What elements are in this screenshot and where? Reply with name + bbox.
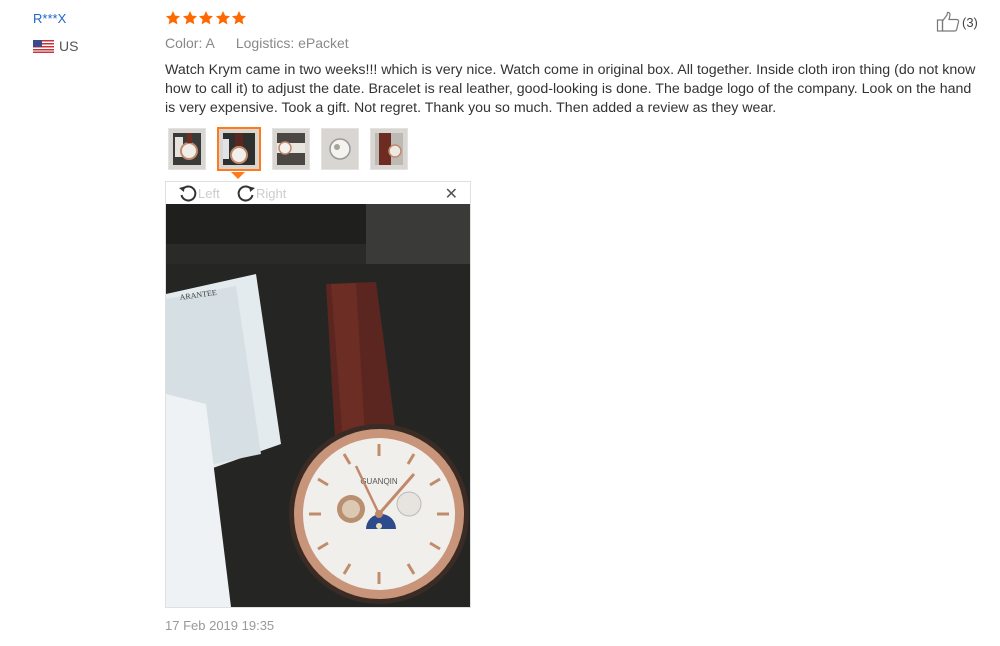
star-icon bbox=[232, 11, 246, 25]
watch-photo-thumbnail bbox=[277, 133, 305, 165]
active-thumbnail-pointer bbox=[231, 172, 245, 179]
rotate-left-label: Left bbox=[198, 185, 220, 201]
review-text: Watch Krym came in two weeks!!! which is… bbox=[165, 62, 976, 116]
rotate-right-icon bbox=[237, 185, 255, 202]
star-icon bbox=[199, 11, 213, 25]
photo-viewer: Left Right ✕ ARANTEE GUANQIN bbox=[165, 181, 471, 608]
order-meta: Color: A Logistics: ePacket bbox=[165, 35, 349, 51]
photo-thumbnail-3[interactable] bbox=[272, 128, 310, 170]
viewer-toolbar: Left Right ✕ bbox=[166, 182, 470, 204]
helpful-button[interactable]: (3) bbox=[936, 11, 978, 33]
watch-photo-thumbnail bbox=[326, 133, 354, 165]
country-code: US bbox=[59, 38, 79, 54]
helpful-count: (3) bbox=[962, 14, 978, 30]
rotate-right-button[interactable]: Right bbox=[236, 183, 286, 203]
photo-thumbnails bbox=[168, 127, 419, 171]
photo-thumbnail-4[interactable] bbox=[321, 128, 359, 170]
watch-photo: ARANTEE GUANQIN bbox=[166, 204, 470, 607]
star-icon bbox=[166, 11, 180, 25]
photo-thumbnail-1[interactable] bbox=[168, 128, 206, 170]
watch-photo-thumbnail bbox=[223, 133, 255, 165]
review-date: 17 Feb 2019 19:35 bbox=[165, 618, 275, 633]
rotate-left-button[interactable]: Left bbox=[178, 183, 220, 203]
photo-thumbnail-5[interactable] bbox=[370, 128, 408, 170]
us-flag-icon bbox=[33, 39, 54, 53]
reviewer-name[interactable]: R***X bbox=[33, 11, 66, 26]
watch-photo-thumbnail bbox=[375, 133, 403, 165]
photo-thumbnail-2[interactable] bbox=[217, 127, 261, 171]
star-icon bbox=[182, 11, 197, 25]
color-value: A bbox=[205, 35, 215, 51]
watch-photo-thumbnail bbox=[173, 133, 201, 165]
reviewer-country: US bbox=[33, 38, 78, 54]
thumbs-up-icon bbox=[936, 11, 960, 32]
rotate-right-label: Right bbox=[256, 185, 287, 201]
close-icon[interactable]: ✕ bbox=[445, 184, 458, 204]
star-rating bbox=[165, 10, 248, 26]
rotate-left-icon bbox=[179, 185, 197, 202]
star-icon bbox=[215, 11, 230, 25]
color-label: Color: bbox=[165, 35, 203, 51]
logistics-label: Logistics: bbox=[235, 35, 295, 51]
logistics-value: ePacket bbox=[298, 35, 349, 51]
